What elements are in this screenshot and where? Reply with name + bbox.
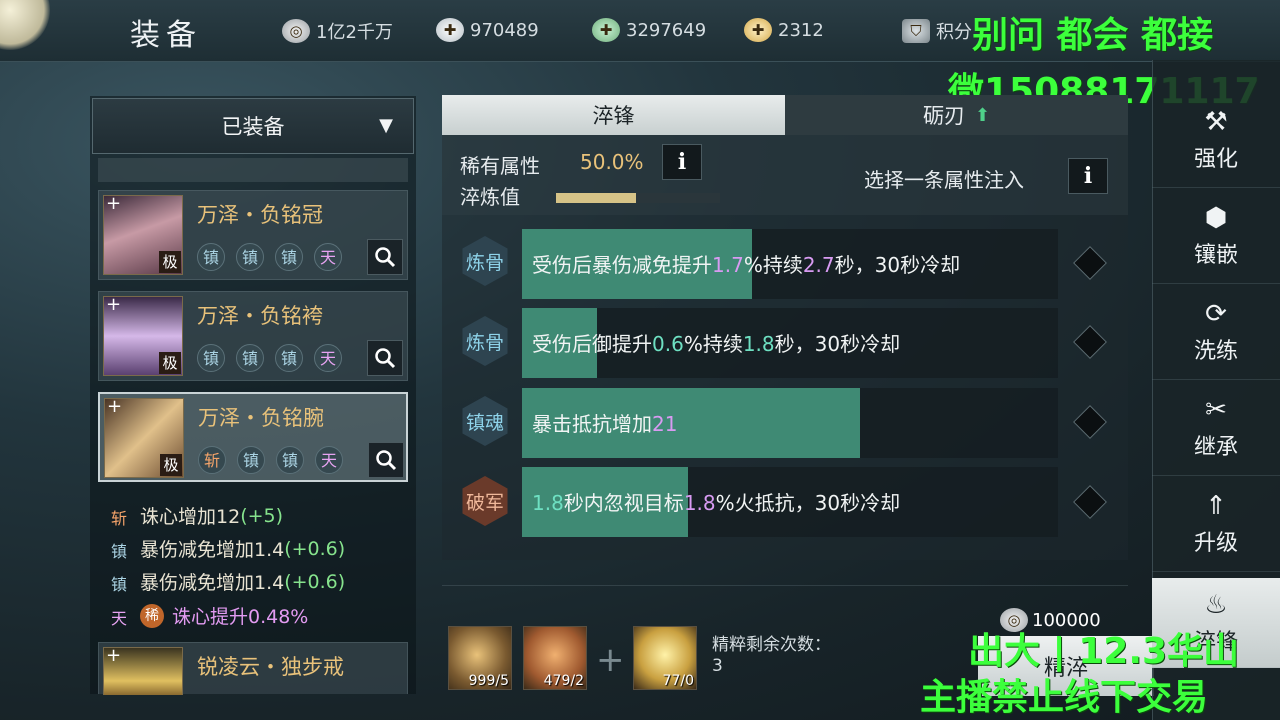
- gem-slot[interactable]: 镇: [197, 243, 225, 271]
- equipment-item-ring[interactable]: + 锐凌云・独步戒: [98, 642, 408, 695]
- side-tab-strengthen[interactable]: ⚒ 强化: [1152, 92, 1280, 188]
- plus-icon: +: [107, 396, 123, 417]
- remaining-label: 精粹剩余次数：: [712, 635, 831, 655]
- rare-attr-value: 50.0%: [580, 150, 644, 174]
- equipment-item-crown[interactable]: + 极 万泽・负铭冠 镇 镇 镇 天: [98, 190, 408, 280]
- quench-value-label: 淬炼值: [460, 185, 520, 209]
- side-tab-inlay[interactable]: ⬢ 镶嵌: [1152, 188, 1280, 284]
- wrist-thumbnail: + 极: [104, 396, 184, 478]
- currency-gold[interactable]: ✚ 2312: [744, 18, 824, 42]
- rare-badge: 稀: [140, 603, 164, 628]
- currency-ingot[interactable]: ✚ 970489: [436, 18, 539, 42]
- tab-quench[interactable]: 淬锋: [442, 95, 785, 135]
- silver-coin-icon: ◎: [282, 19, 310, 43]
- watermark-line3: 出大 | 12.3华山: [968, 631, 1240, 672]
- search-icon[interactable]: [367, 239, 403, 275]
- currency-silver: ◎ 1亿2千万: [282, 18, 393, 44]
- gem-slot[interactable]: 镇: [276, 446, 304, 474]
- plus-icon: +: [106, 193, 122, 214]
- gem-slot[interactable]: 镇: [197, 344, 225, 372]
- upgrade-arrows-icon: ⇑: [1205, 490, 1227, 521]
- equipment-item-pants[interactable]: + 极 万泽・负铭袴 镇 镇 镇 天: [98, 291, 408, 381]
- gem-slot[interactable]: 镇: [275, 344, 303, 372]
- gem-slot[interactable]: 天: [314, 243, 342, 271]
- currency-points: ⛉ 积分: [902, 18, 972, 44]
- search-icon[interactable]: [368, 442, 404, 478]
- gem-slot[interactable]: 斩: [198, 446, 226, 474]
- chevron-down-icon: ▼: [379, 115, 393, 136]
- gem-slot[interactable]: 镇: [237, 446, 265, 474]
- side-tab-upgrade[interactable]: ⇑ 升级: [1152, 476, 1280, 572]
- watermark-line1: 别问 都会 都接: [972, 15, 1214, 56]
- gem-slot[interactable]: 天: [314, 344, 342, 372]
- quench-header: [442, 135, 1128, 215]
- info-icon[interactable]: i: [1068, 158, 1108, 194]
- attribute-line: 镇 暴伤减免增加1.4 (+0.6): [110, 570, 346, 595]
- quench-progress-track: [556, 193, 720, 203]
- search-icon[interactable]: [367, 340, 403, 376]
- tab-sharpen[interactable]: 砺刃 ⬆: [785, 95, 1128, 135]
- ingot-plus-icon: ✚: [436, 18, 464, 42]
- points-shield-icon: ⛉: [902, 19, 930, 43]
- plus-icon: +: [596, 640, 625, 680]
- inject-hint: 选择一条属性注入: [864, 168, 1024, 192]
- gold-ingot-plus-icon: ✚: [744, 18, 772, 42]
- watermark-line4: 主播禁止线下交易: [920, 677, 1209, 718]
- gem-slot[interactable]: 天: [315, 446, 343, 474]
- gem-slot[interactable]: 镇: [236, 344, 264, 372]
- gem-slot[interactable]: 镇: [236, 243, 264, 271]
- equipment-item-wrist[interactable]: + 极 万泽・负铭腕 斩 镇 镇 天: [98, 392, 408, 482]
- attribute-row[interactable]: 受伤后御提升0.6%持续1.8秒，30秒冷却: [522, 308, 1058, 378]
- forge-tabs: 淬锋 砺刃 ⬆: [442, 95, 1128, 135]
- crown-thumbnail: + 极: [103, 193, 183, 275]
- remaining-value: 3: [712, 656, 723, 676]
- quench-progress-fill: [556, 193, 637, 203]
- page-title: 装备: [130, 18, 202, 53]
- pants-thumbnail: + 极: [103, 294, 183, 376]
- dropdown-label: 已装备: [221, 115, 285, 139]
- material-slot[interactable]: 77/0: [633, 626, 697, 690]
- hammer-icon: ⚒: [1204, 106, 1228, 137]
- material-slot[interactable]: 999/5: [448, 626, 512, 690]
- attribute-line: 斩 诛心增加12 (+5): [110, 504, 284, 529]
- refresh-icon: ⟳: [1205, 298, 1227, 329]
- flame-blade-icon: ♨: [1204, 589, 1228, 620]
- attribute-row[interactable]: 1.8秒内忽视目标1.8%火抵抗，30秒冷却: [522, 467, 1058, 537]
- plus-icon: +: [106, 294, 122, 315]
- material-slot[interactable]: 479/2: [523, 626, 587, 690]
- attribute-row[interactable]: 受伤后暴伤减免提升1.7%持续2.7秒，30秒冷却: [522, 229, 1058, 299]
- equipped-dropdown[interactable]: 已装备 ▼: [92, 98, 414, 154]
- side-tab-reroll[interactable]: ⟳ 洗练: [1152, 284, 1280, 380]
- hexagon-gem-icon: ⬢: [1204, 202, 1228, 233]
- attribute-line: 天 稀 诛心提升0.48%: [108, 602, 308, 629]
- up-arrow-icon: ⬆: [974, 104, 991, 126]
- currency-jade[interactable]: ✚ 3297649: [592, 18, 706, 42]
- inherit-icon: ✂: [1205, 394, 1227, 425]
- info-icon[interactable]: i: [662, 144, 702, 180]
- attribute-row[interactable]: 暴击抵抗增加21: [522, 388, 1058, 458]
- list-item-partial[interactable]: [98, 158, 408, 182]
- jade-plus-icon: ✚: [592, 18, 620, 42]
- gem-slot[interactable]: 镇: [275, 243, 303, 271]
- attribute-line: 镇 暴伤减免增加1.4 (+0.6): [110, 537, 346, 562]
- plus-icon: +: [106, 645, 122, 666]
- ring-thumbnail: +: [103, 645, 183, 695]
- rare-attr-label: 稀有属性: [460, 154, 540, 178]
- side-tab-inherit[interactable]: ✂ 继承: [1152, 380, 1280, 476]
